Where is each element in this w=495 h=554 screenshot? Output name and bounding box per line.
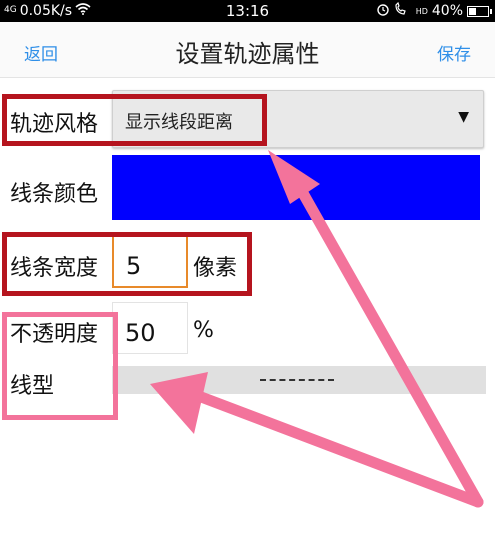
hd-call-icon: [394, 1, 412, 20]
line-color-label: 线条颜色: [10, 182, 99, 207]
battery-icon: [467, 5, 492, 17]
track-style-select[interactable]: 显示线段距离 ▼: [112, 90, 484, 148]
page-title: 设置轨迹属性: [175, 40, 320, 68]
line-width-label: 线条宽度: [10, 256, 99, 281]
status-bar: 4G 0.05K/s 13:16 HD 40%: [0, 0, 495, 22]
line-width-input[interactable]: [112, 234, 188, 288]
line-width-unit: 像素: [193, 256, 238, 281]
battery-fill: [469, 7, 476, 15]
save-button[interactable]: 保存: [437, 40, 471, 65]
track-style-label: 轨迹风格: [10, 112, 99, 137]
track-style-value: 显示线段距离: [125, 112, 233, 133]
hd-label: HD: [415, 6, 428, 16]
battery-percent: 40%: [431, 3, 463, 19]
alarm-icon: [376, 2, 390, 20]
nav-bar: 返回 设置轨迹属性 保存: [0, 22, 495, 78]
opacity-unit: %: [193, 318, 214, 343]
opacity-label: 不透明度: [10, 322, 99, 347]
line-color-swatch[interactable]: [112, 155, 480, 220]
dashed-line-preview: [260, 379, 334, 381]
line-type-label: 线型: [10, 374, 55, 399]
dropdown-arrow-icon: ▼: [458, 109, 469, 125]
status-right: HD 40%: [376, 1, 492, 20]
opacity-input[interactable]: [112, 302, 188, 354]
line-type-selector[interactable]: [112, 366, 486, 394]
